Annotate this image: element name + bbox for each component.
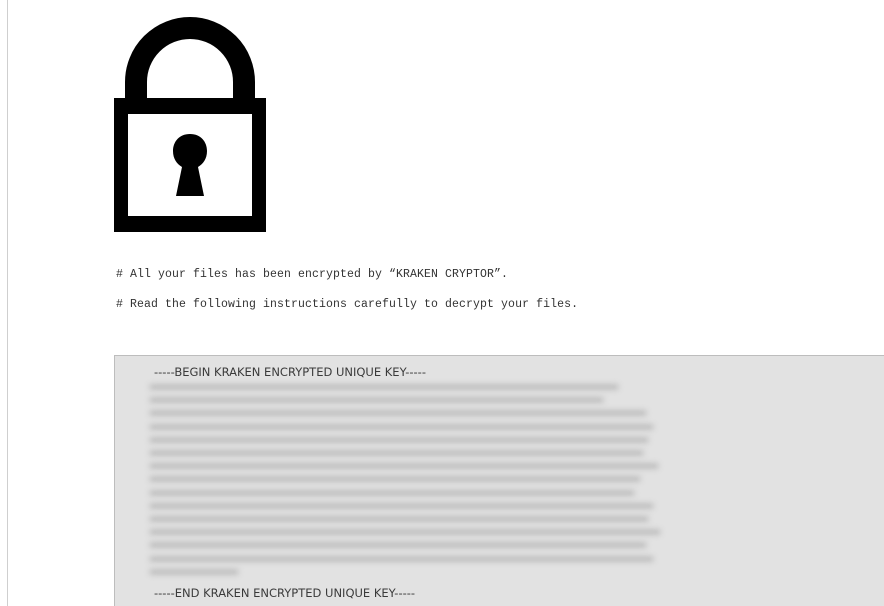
encryption-notice-text: # All your files has been encrypted by “… [116,268,509,281]
key-end-marker: -----END KRAKEN ENCRYPTED UNIQUE KEY----… [154,586,416,600]
blurred-key-content [149,378,669,583]
blurred-key-line [149,384,619,390]
blurred-key-line [149,463,659,470]
blurred-key-line [149,423,654,430]
blurred-key-line [149,568,239,575]
instructions-notice-text: # Read the following instructions carefu… [116,298,579,311]
key-begin-marker: -----BEGIN KRAKEN ENCRYPTED UNIQUE KEY--… [154,365,426,379]
blurred-key-line [149,436,649,443]
blurred-key-line [149,397,604,404]
blurred-key-line [149,516,649,522]
blurred-key-line [149,502,654,509]
encrypted-key-box[interactable]: -----BEGIN KRAKEN ENCRYPTED UNIQUE KEY--… [114,355,884,606]
blurred-key-line [149,476,641,483]
blurred-key-line [149,489,635,496]
left-border-rule [7,0,8,606]
blurred-key-line [149,542,647,549]
padlock-icon [112,16,268,234]
blurred-key-line [149,529,661,536]
blurred-key-line [149,410,647,417]
blurred-key-line [149,555,654,562]
blurred-key-line [149,450,644,456]
